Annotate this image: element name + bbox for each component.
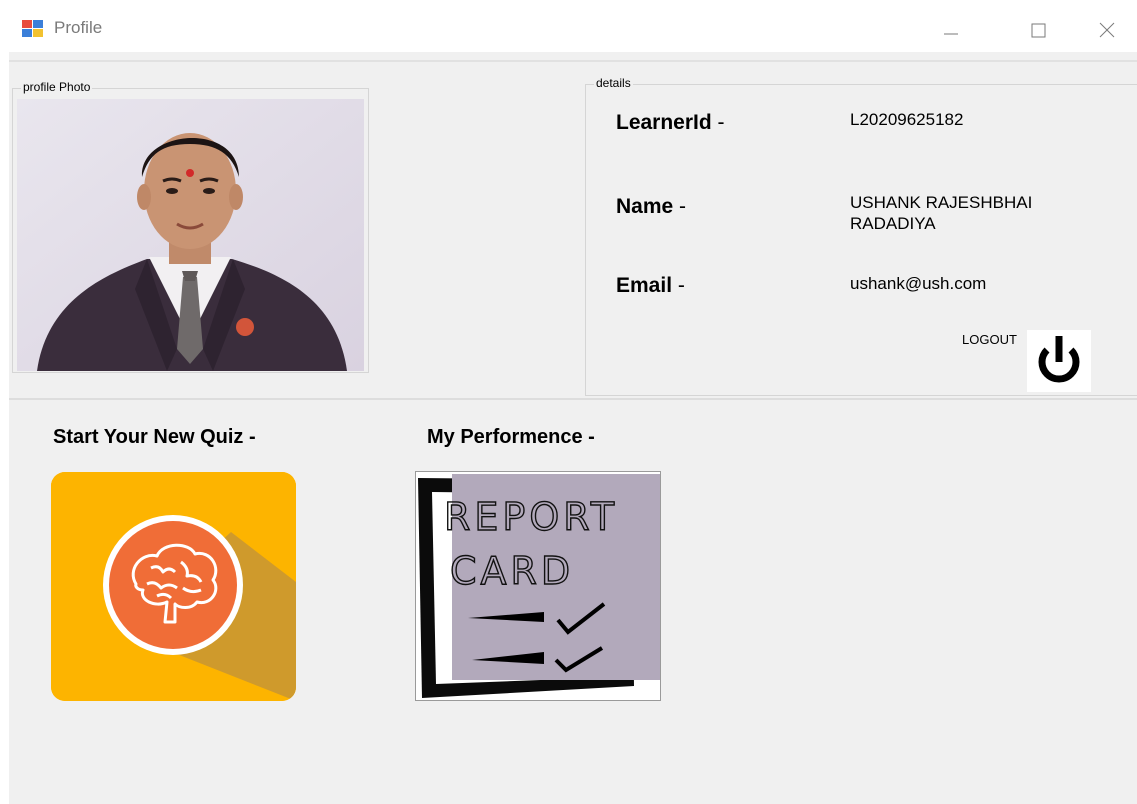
start-quiz-title: Start Your New Quiz - bbox=[53, 426, 256, 448]
name-value-line2: RADADIYA bbox=[850, 214, 936, 233]
section-divider bbox=[9, 398, 1137, 400]
my-performance-title: My Performence - bbox=[427, 426, 595, 448]
profile-photo bbox=[17, 99, 364, 371]
learner-id-value: L20209625182 bbox=[850, 110, 964, 129]
start-quiz-button[interactable] bbox=[51, 472, 296, 701]
learner-id-label: LearnerId - bbox=[616, 111, 725, 135]
report-card-icon[interactable]: REPORT CARD bbox=[416, 472, 661, 701]
name-value-line1: USHANK RAJESHBHAI bbox=[850, 193, 1033, 212]
app-icon bbox=[22, 20, 43, 37]
brain-icon[interactable] bbox=[51, 472, 296, 701]
name-value: USHANK RAJESHBHAI RADADIYA bbox=[850, 192, 1110, 234]
report-card-line2: CARD bbox=[450, 549, 574, 593]
my-performance-button[interactable]: REPORT CARD bbox=[415, 471, 661, 701]
maximize-icon bbox=[1031, 23, 1046, 38]
details-group: details LearnerId - L20209625182 Name - … bbox=[585, 76, 1137, 396]
learner-id-label-text: LearnerId bbox=[616, 111, 712, 134]
name-dash: - bbox=[673, 195, 687, 218]
report-card-line1: REPORT bbox=[444, 495, 618, 539]
window-title: Profile bbox=[54, 18, 103, 37]
power-icon[interactable] bbox=[1027, 330, 1091, 392]
top-divider bbox=[9, 60, 1137, 62]
logout-button[interactable] bbox=[1027, 330, 1091, 392]
details-legend: details bbox=[594, 76, 633, 90]
email-value: ushank@ush.com bbox=[850, 274, 987, 293]
logout-label[interactable]: LOGOUT bbox=[962, 332, 1017, 347]
email-dash: - bbox=[672, 274, 685, 297]
close-icon bbox=[1099, 22, 1115, 38]
minimize-button[interactable] bbox=[930, 12, 970, 46]
email-label-text: Email bbox=[616, 274, 673, 297]
close-button[interactable] bbox=[1086, 12, 1126, 46]
profile-window: Profile profile Photo details LearnerId … bbox=[0, 0, 1137, 804]
maximize-button[interactable] bbox=[1018, 12, 1058, 46]
title-bar[interactable]: Profile bbox=[0, 0, 1137, 52]
name-label-text: Name bbox=[616, 195, 674, 218]
email-label: Email - bbox=[616, 274, 685, 298]
name-label: Name - bbox=[616, 195, 686, 219]
person-portrait-icon bbox=[17, 99, 364, 371]
learner-id-dash: - bbox=[711, 111, 725, 134]
profile-photo-legend: profile Photo bbox=[21, 80, 93, 94]
profile-photo-group: profile Photo bbox=[12, 80, 369, 373]
